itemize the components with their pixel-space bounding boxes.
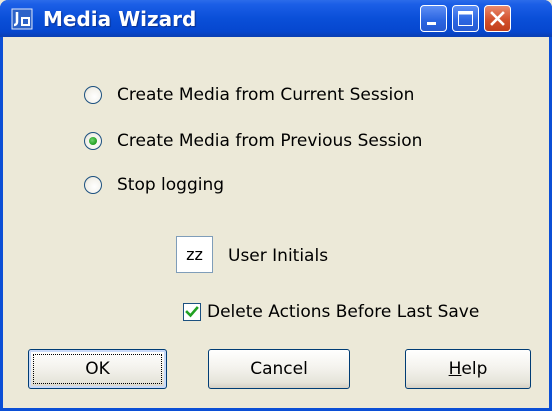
ok-button[interactable]: OK: [28, 349, 167, 389]
close-icon: [490, 11, 505, 26]
radio-current-session[interactable]: [84, 86, 102, 104]
minimize-icon: [427, 22, 436, 25]
title-bar[interactable]: Media Wizard: [0, 0, 552, 37]
maximize-button[interactable]: [452, 5, 479, 32]
cancel-button[interactable]: Cancel: [208, 349, 350, 389]
delete-actions-checkbox[interactable]: [183, 303, 201, 321]
focus-rectangle: [33, 354, 162, 384]
checkmark-icon: [185, 306, 199, 318]
close-button[interactable]: [484, 5, 511, 32]
option-stop-logging-label: Stop logging: [117, 175, 225, 195]
user-initials-label: User Initials: [228, 246, 329, 266]
option-current-session-label: Create Media from Current Session: [117, 85, 415, 105]
help-button-mnemonic: H: [448, 359, 462, 379]
window-title: Media Wizard: [43, 7, 197, 31]
cancel-button-label: Cancel: [250, 359, 308, 379]
maximize-icon: [458, 11, 473, 26]
radio-stop-logging[interactable]: [84, 176, 102, 194]
help-button-label: elp: [461, 359, 488, 379]
help-button[interactable]: Help: [405, 349, 531, 389]
minimize-button[interactable]: [420, 5, 447, 32]
user-initials-input[interactable]: zz: [176, 236, 213, 273]
radio-previous-session[interactable]: [84, 132, 102, 150]
delete-actions-label[interactable]: Delete Actions Before Last Save: [207, 300, 479, 324]
radio-selected-dot: [89, 137, 97, 145]
media-wizard-app-icon: [11, 8, 33, 30]
media-wizard-dialog: Media Wizard Create Media from Current S…: [0, 0, 552, 411]
option-previous-session-label: Create Media from Previous Session: [117, 131, 423, 151]
